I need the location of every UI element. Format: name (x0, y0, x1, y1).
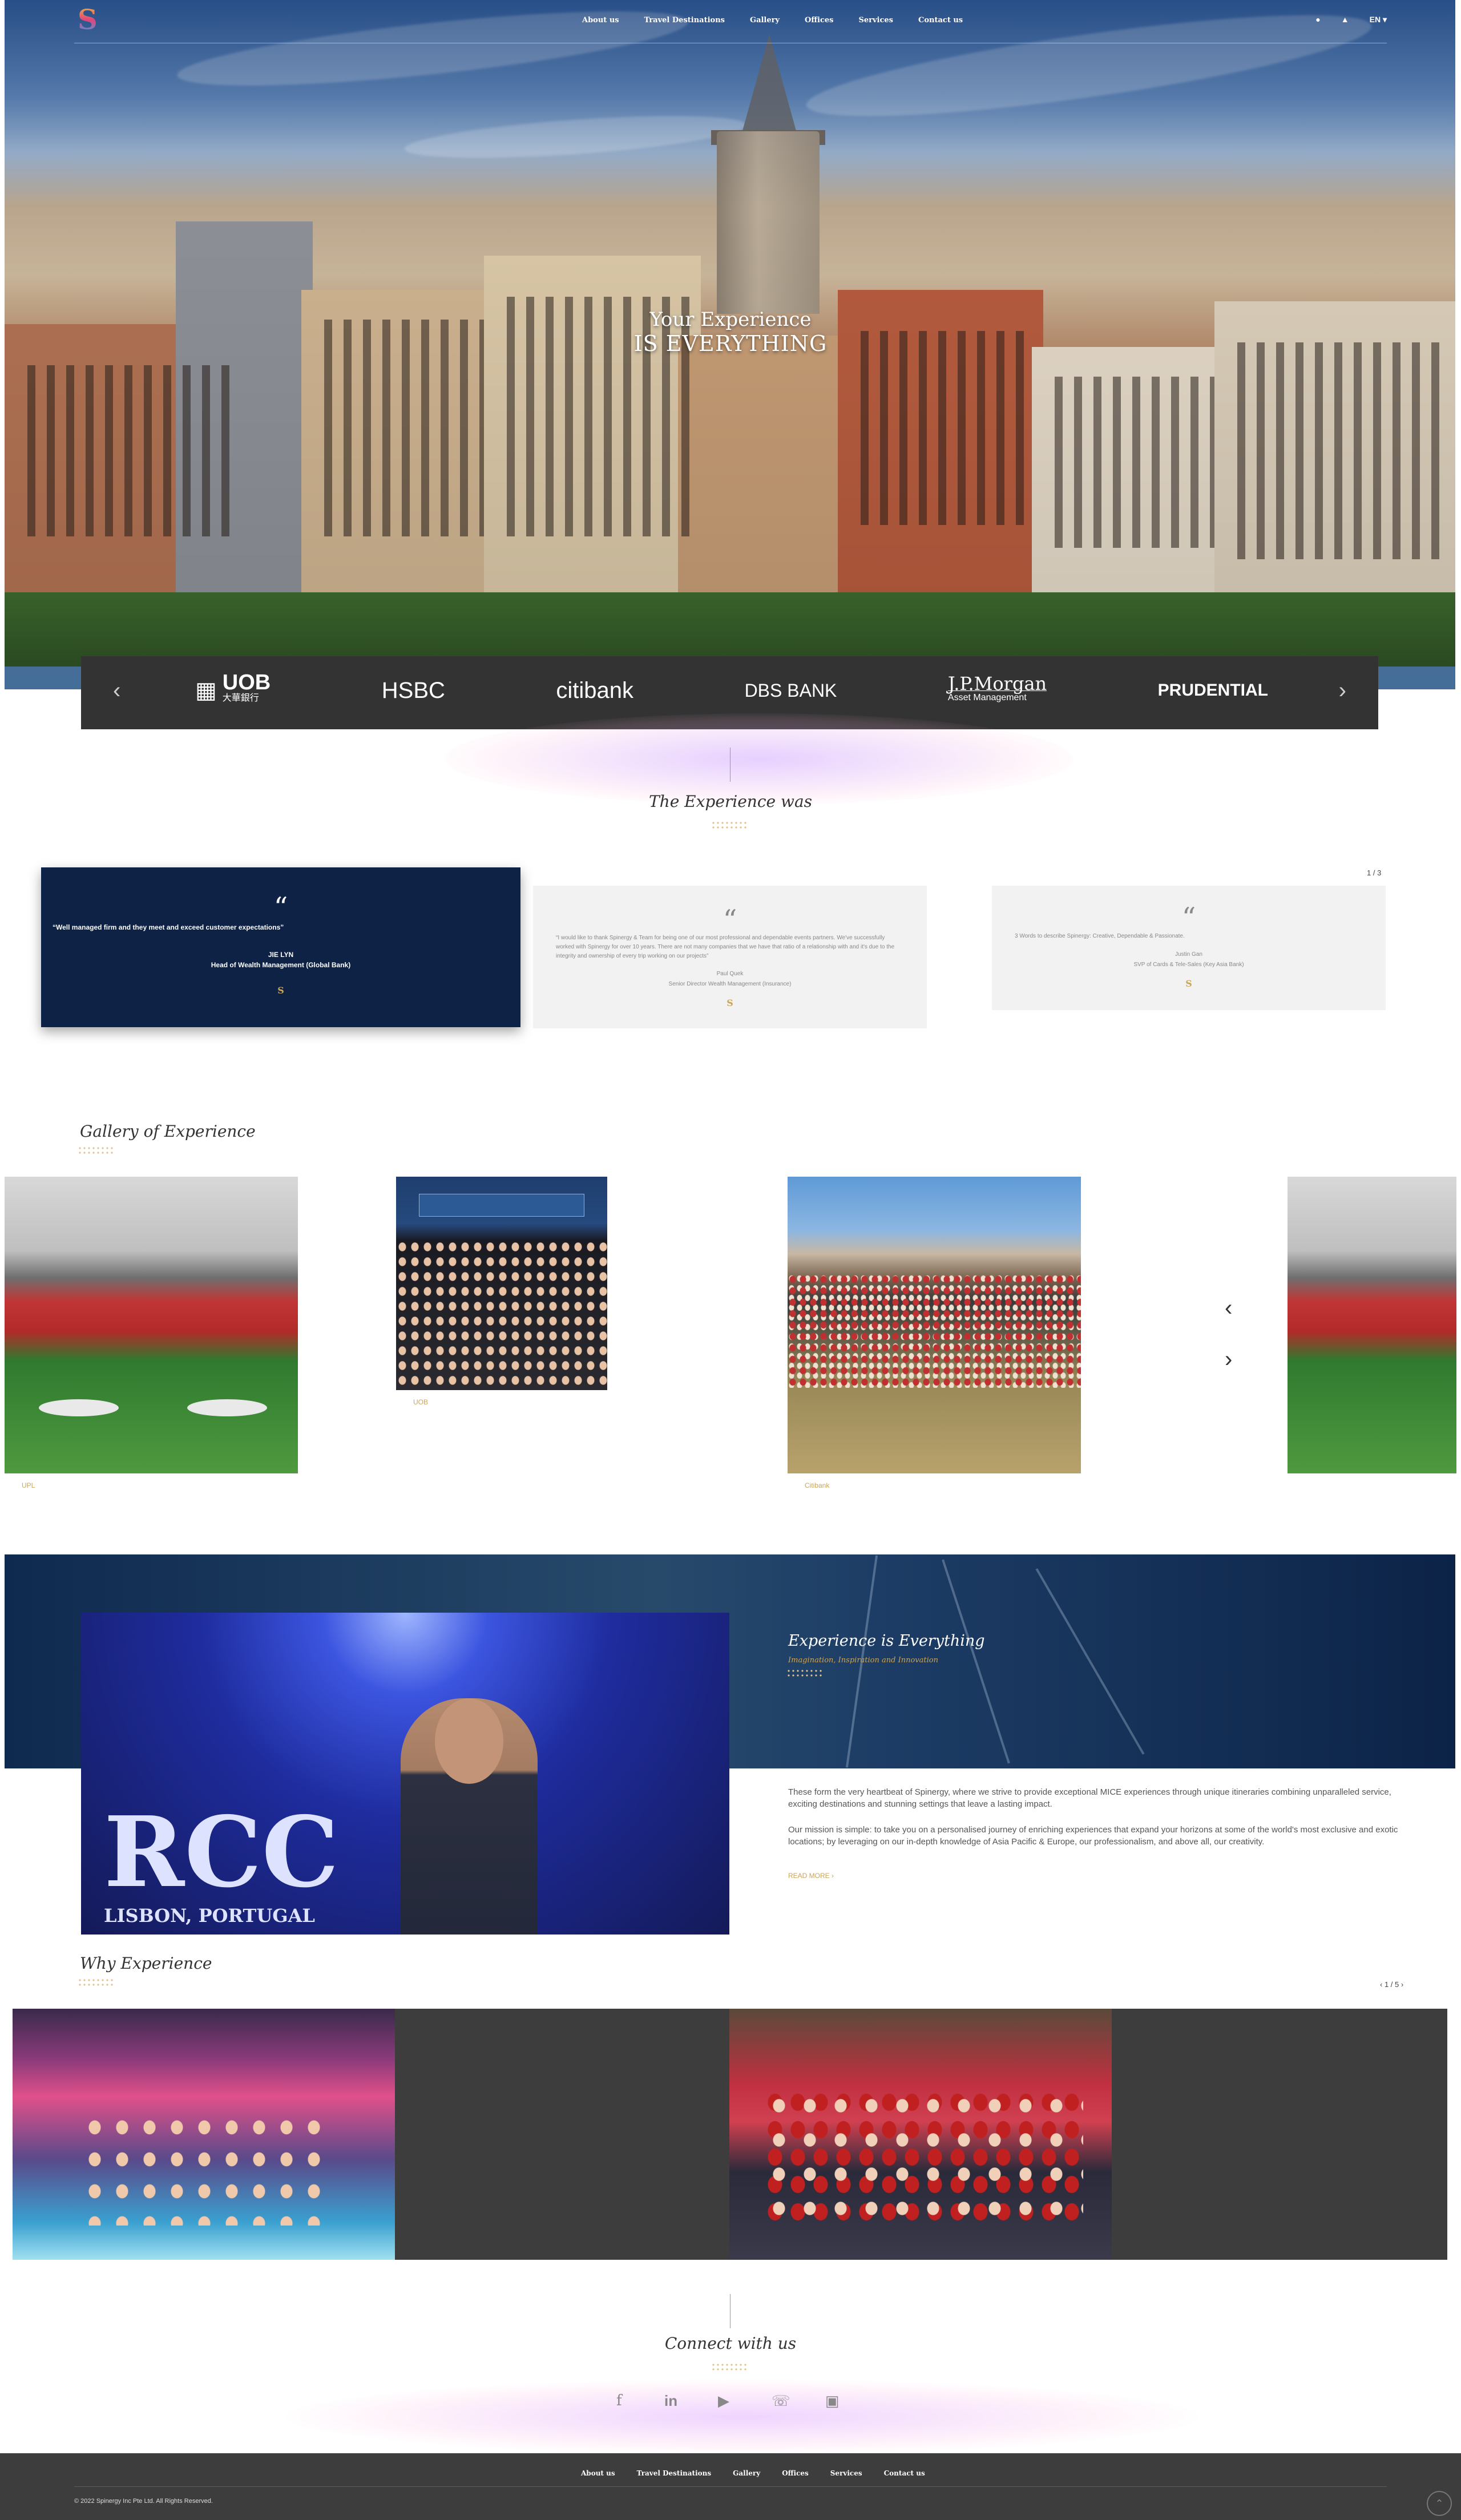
footer-link-offices[interactable]: Offices (782, 2469, 809, 2477)
partner-prudential: PRUDENTIAL (1157, 681, 1268, 700)
footer-menu: About us Travel Destinations Gallery Off… (581, 2469, 925, 2477)
testimonial-quote: “I would like to thank Spinergy & Team f… (556, 935, 895, 959)
why-pager-label: 1 / 5 (1384, 1980, 1399, 1989)
why-title: Why Experience (80, 1954, 212, 1973)
uob-icon: ▦ (195, 678, 217, 703)
language-label: EN (1369, 15, 1381, 24)
menu-services[interactable]: Services (859, 16, 894, 25)
quote-icon: “ (723, 904, 737, 936)
main-menu: About us Travel Destinations Gallery Off… (582, 16, 963, 25)
gallery-image-crowd[interactable] (788, 1177, 1081, 1473)
menu-offices[interactable]: Offices (805, 16, 833, 25)
gallery-image-stadium[interactable] (5, 1177, 298, 1473)
testimonial-name: JIE LYN (268, 951, 294, 959)
partners-prev-arrow[interactable]: ‹ (113, 678, 120, 704)
read-more-link[interactable]: READ MORE › (788, 1872, 834, 1880)
copyright: © 2022 Spinergy Inc Pte Ltd. All Rights … (74, 2498, 213, 2505)
testimonial-quote: “Well managed firm and they meet and exc… (53, 923, 284, 931)
footer-link-services[interactable]: Services (830, 2469, 862, 2477)
partner-jpm-label: J.P.Morgan (947, 672, 1047, 694)
hero-title-line1: Your Experience (649, 308, 812, 331)
gallery-caption: UOB (413, 1398, 429, 1406)
youtube-icon[interactable]: ▶ (718, 2392, 729, 2410)
read-more-label: READ MORE (788, 1872, 830, 1880)
user-icon[interactable]: ● (1315, 15, 1320, 25)
spinergy-mark-icon: S (727, 998, 733, 1008)
spinergy-mark-icon: S (277, 985, 284, 996)
why-image-party[interactable] (13, 2009, 395, 2260)
testimonial-role: Senior Director Wealth Management (Insur… (668, 981, 792, 987)
partner-uob-label: UOB (222, 671, 271, 694)
language-select[interactable]: EN ▾ (1370, 15, 1387, 25)
title-dots (786, 1669, 824, 1678)
whatsapp-icon[interactable]: ☏ (772, 2392, 790, 2410)
partner-hsbc: HSBC (381, 677, 445, 703)
experience-title: The Experience was (648, 792, 813, 811)
testimonial-card[interactable]: “ 3 Words to describe Spinergy: Creative… (992, 886, 1386, 1010)
partners-next-arrow[interactable]: › (1339, 678, 1346, 704)
title-dots (711, 821, 749, 830)
partner-dbs: DBS BANK (744, 680, 837, 701)
title-dots (711, 2362, 749, 2372)
connect-title: Connect with us (664, 2334, 797, 2353)
gallery-image-stadium[interactable] (1288, 1177, 1456, 1473)
partner-uob: ▦ UOB 大華銀行 (195, 671, 271, 706)
nav-actions: ● ▲ EN ▾ (1315, 15, 1387, 25)
spinergy-logo[interactable]: S (78, 6, 100, 34)
decorative-wave (445, 713, 1073, 805)
gallery-prev-arrow[interactable]: ‹ (1225, 1295, 1232, 1321)
rcc-stage-subtext: LISBON, PORTUGAL (104, 1905, 315, 1927)
experience-pager[interactable]: 1 / 3 (1367, 869, 1381, 877)
testimonial-card[interactable]: “ “I would like to thank Spinergy & Team… (533, 886, 927, 1028)
instagram-icon[interactable]: ▣ (825, 2392, 840, 2410)
rcc-stage-text: RCC (104, 1795, 339, 1909)
menu-about[interactable]: About us (582, 16, 619, 25)
testimonial-role: SVP of Cards & Tele-Sales (Key Asia Bank… (1133, 962, 1244, 968)
chevron-up-icon: ⌃ (1435, 2498, 1444, 2509)
gallery-caption: Citibank (805, 1481, 830, 1489)
facebook-icon[interactable]: f (616, 2392, 622, 2409)
testimonial-role: Head of Wealth Management (Global Bank) (211, 961, 351, 969)
linkedin-icon[interactable]: in (664, 2392, 677, 2410)
footer-link-about[interactable]: About us (581, 2469, 615, 2477)
top-navigation: S About us Travel Destinations Gallery O… (74, 0, 1387, 43)
title-dots (78, 1146, 115, 1155)
about-paragraph-1: These form the very heartbeat of Spinerg… (788, 1787, 1391, 1809)
about-subtitle: Imagination, Inspiration and Innovation (788, 1656, 938, 1665)
testimonial-card[interactable]: “ “Well managed firm and they meet and e… (41, 867, 520, 1027)
gallery-image-group[interactable] (396, 1177, 607, 1390)
partner-jpmorgan: J.P.Morgan Asset Management (947, 672, 1047, 705)
about-paragraph-2: Our mission is simple: to take you on a … (788, 1825, 1398, 1847)
quote-icon: “ (1181, 902, 1196, 934)
title-dots (78, 1978, 115, 1987)
why-image-stage[interactable] (729, 2009, 1112, 2260)
quote-icon: “ (273, 891, 288, 923)
spinergy-mark-icon: S (1185, 978, 1192, 989)
partner-citibank: citibank (556, 677, 634, 703)
gallery-next-arrow[interactable]: › (1225, 1347, 1232, 1372)
menu-contact[interactable]: Contact us (918, 16, 963, 25)
why-pager[interactable]: ‹ 1 / 5 › (1380, 1980, 1403, 1989)
footer: About us Travel Destinations Gallery Off… (0, 2453, 1461, 2520)
footer-divider (74, 2486, 1387, 2487)
partner-logos: ▦ UOB 大華銀行 HSBC citibank DBS BANK J.P.Mo… (195, 671, 1268, 706)
testimonial-name: Paul Quek (716, 971, 744, 977)
hero-title-line2: IS EVERYTHING (633, 331, 828, 356)
footer-link-travel-destinations[interactable]: Travel Destinations (637, 2469, 711, 2477)
scroll-to-top-button[interactable]: ⌃ (1427, 2491, 1452, 2516)
gallery-caption: UPL (22, 1481, 35, 1489)
menu-travel-destinations[interactable]: Travel Destinations (644, 16, 725, 25)
decorative-wave (285, 2380, 1198, 2454)
testimonial-name: Justin Gan (1175, 951, 1202, 958)
footer-link-gallery[interactable]: Gallery (733, 2469, 760, 2477)
gallery-title: Gallery of Experience (80, 1122, 256, 1141)
menu-gallery[interactable]: Gallery (750, 16, 780, 25)
footer-link-contact[interactable]: Contact us (884, 2469, 925, 2477)
about-image-speaker: RCC LISBON, PORTUGAL (81, 1613, 729, 1935)
cart-icon[interactable]: ▲ (1341, 15, 1349, 25)
about-title: Experience is Everything (788, 1632, 985, 1650)
